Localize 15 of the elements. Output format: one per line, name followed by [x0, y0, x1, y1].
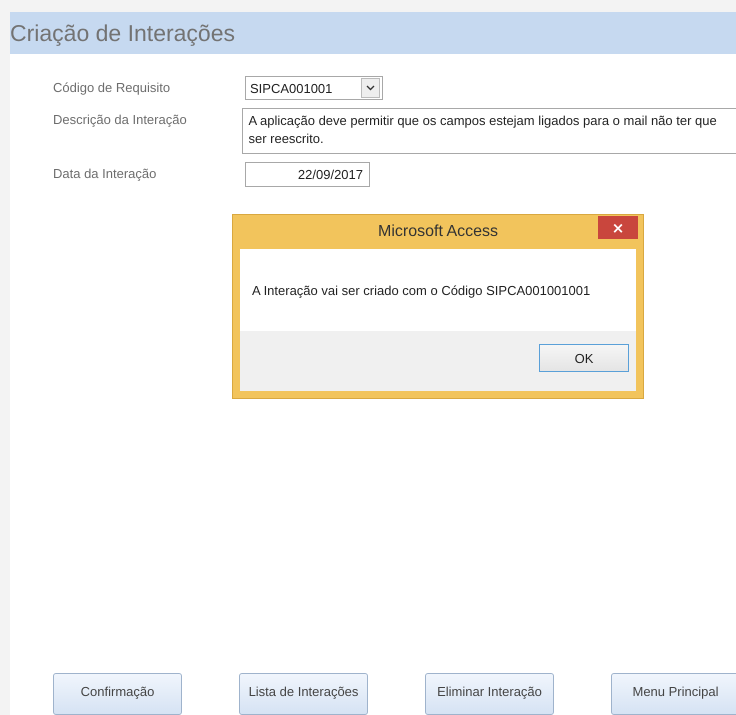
ok-button[interactable]: OK — [539, 344, 629, 372]
dialog-title: Microsoft Access — [378, 223, 498, 241]
requirement-combo[interactable]: SIPCA001001 — [245, 76, 383, 100]
field-label: Código de Requisito — [53, 79, 172, 95]
form-button[interactable]: Confirmação — [53, 673, 182, 715]
form-button[interactable]: Menu Principal — [611, 673, 736, 715]
field-label: Data da Interação — [53, 165, 158, 181]
date-field[interactable]: 22/09/2017 — [245, 162, 370, 187]
field-label: Descrição da Interação — [53, 111, 188, 127]
dialog-message: A Interação vai ser criado com o Código SIPCA001001001 — [252, 282, 590, 298]
form-button[interactable]: Eliminar Interação — [425, 673, 554, 715]
form-title: Criação de Interações — [10, 20, 236, 46]
description-field[interactable]: A aplicação deve permitir que os campos estejam ligados para o mail não ter que ser reescrito. — [242, 108, 736, 154]
form-button[interactable]: Lista de Interações — [239, 673, 368, 715]
close-button[interactable]: × — [598, 216, 638, 239]
